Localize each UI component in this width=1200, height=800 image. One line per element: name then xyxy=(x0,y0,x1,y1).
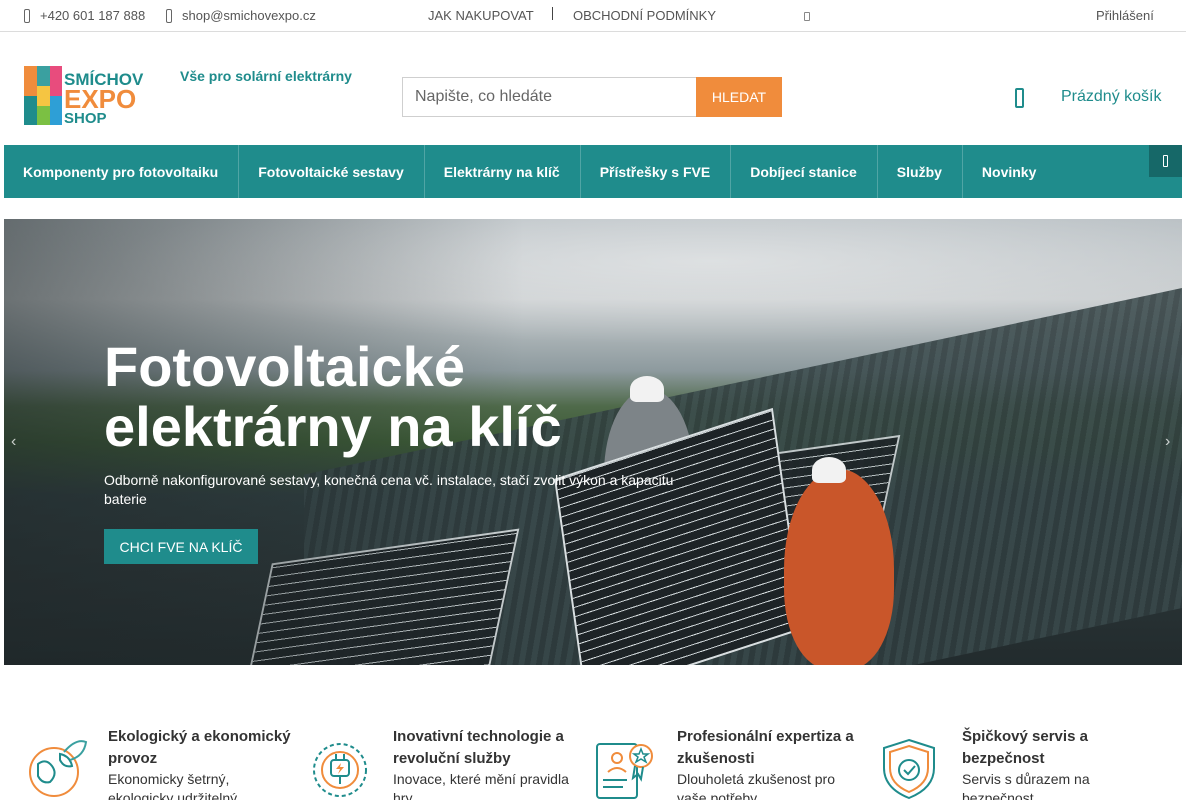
nav-toggle-button[interactable] xyxy=(1149,145,1182,177)
search-form: HLEDAT xyxy=(402,77,782,117)
cart-icon[interactable] xyxy=(1015,88,1024,108)
carousel-prev-icon[interactable]: ‹ xyxy=(11,433,16,451)
main-navigation: Komponenty pro fotovoltaiku Fotovoltaick… xyxy=(4,145,1182,198)
cart-link[interactable]: Prázdný košík xyxy=(1061,88,1161,106)
feature-item: Špičkový servis a bezpečnost Servis s dů… xyxy=(878,726,1148,800)
hero-worker xyxy=(784,469,894,665)
login-link[interactable]: Přihlášení xyxy=(1096,0,1154,31)
language-icon[interactable] xyxy=(804,12,810,21)
feature-text: Dlouholetá zkušenost pro vaše potřeby xyxy=(677,771,835,800)
carousel-next-icon[interactable]: › xyxy=(1165,433,1170,451)
menu-icon xyxy=(1163,155,1168,167)
nav-item-services[interactable]: Služby xyxy=(878,145,963,198)
phone-icon xyxy=(24,8,30,23)
tagline: Vše pro solární elektrárny xyxy=(180,68,352,84)
feature-item: Profesionální expertiza a zkušenosti Dlo… xyxy=(593,726,863,800)
top-bar: +420 601 187 888 shop@smichovexpo.cz JAK… xyxy=(0,0,1186,32)
email-link[interactable]: shop@smichovexpo.cz xyxy=(166,0,316,31)
feature-title: Ekologický a ekonomický provoz xyxy=(108,728,291,767)
hero-cta-button[interactable]: CHCI FVE NA KLÍČ xyxy=(104,529,258,564)
nav-item-charging[interactable]: Dobíjecí stanice xyxy=(731,145,878,198)
nav-item-components[interactable]: Komponenty pro fotovoltaiku xyxy=(4,145,240,198)
feature-text: Inovace, které mění pravidla hry xyxy=(393,771,569,800)
hero-title-line-2: elektrárny na klíč xyxy=(104,395,562,458)
search-button[interactable]: HLEDAT xyxy=(696,77,782,117)
how-to-buy-link[interactable]: JAK NAKUPOVAT xyxy=(428,0,534,31)
nav-item-carports[interactable]: Přístřešky s FVE xyxy=(581,145,732,198)
shield-check-icon xyxy=(883,738,935,800)
feature-text: Ekonomicky šetrný, ekologicky udržitelný xyxy=(108,771,238,800)
hero-title: Fotovoltaické elektrárny na klíč xyxy=(104,337,664,457)
topbar-separator xyxy=(552,7,553,20)
eco-globe-icon xyxy=(29,740,88,797)
feature-title: Profesionální expertiza a zkušenosti xyxy=(677,728,854,767)
nav-item-news[interactable]: Novinky xyxy=(963,145,1056,198)
hero-title-line-1: Fotovoltaické xyxy=(104,335,465,398)
nav-item-pv-sets[interactable]: Fotovoltaické sestavy xyxy=(239,145,425,198)
hero-helmet xyxy=(812,457,846,483)
mail-icon xyxy=(166,8,172,23)
logo-line-3: SHOP xyxy=(64,110,107,125)
feature-item: Inovativní technologie a revoluční služb… xyxy=(309,726,579,800)
phone-link[interactable]: +420 601 187 888 xyxy=(24,0,145,31)
power-plug-icon xyxy=(313,743,367,797)
terms-link[interactable]: OBCHODNÍ PODMÍNKY xyxy=(573,0,716,31)
nav-item-turnkey[interactable]: Elektrárny na klíč xyxy=(425,145,581,198)
feature-title: Inovativní technologie a revoluční služb… xyxy=(393,728,564,767)
site-logo[interactable]: SMÍCHOV EXPO SHOP xyxy=(24,66,158,125)
certificate-icon xyxy=(596,743,653,799)
email-address[interactable]: shop@smichovexpo.cz xyxy=(182,8,316,23)
feature-title: Špičkový servis a bezpečnost xyxy=(962,728,1088,767)
search-input[interactable] xyxy=(402,77,696,117)
feature-item: Ekologický a ekonomický provoz Ekonomick… xyxy=(24,726,294,800)
feature-text: Servis s důrazem na bezpečnost xyxy=(962,771,1090,800)
hero-subtitle: Odborně nakonfigurované sestavy, konečná… xyxy=(104,472,674,507)
hero-banner: Fotovoltaické elektrárny na klíč Odborně… xyxy=(4,219,1182,665)
phone-number[interactable]: +420 601 187 888 xyxy=(40,8,145,23)
